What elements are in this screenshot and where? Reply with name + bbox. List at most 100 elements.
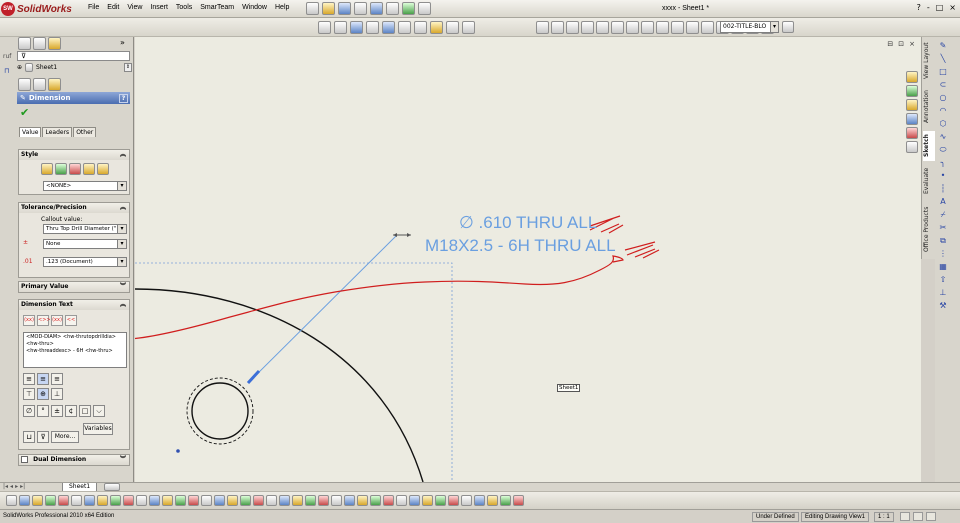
broken-view-icon[interactable] [611, 21, 624, 34]
zoom-fit-icon[interactable] [318, 21, 331, 34]
dimension-text-area[interactable]: <MOD-DIAM> <hw-thrutopdrilldia> <hw-thru… [23, 332, 127, 368]
plus-minus-symbol-button[interactable]: ± [51, 405, 63, 417]
polygon-icon[interactable]: ⬡ [938, 119, 948, 129]
construction-icon[interactable]: ⌿ [938, 210, 948, 220]
view-orientation-icon[interactable] [382, 21, 395, 34]
depth-symbol-button[interactable]: ⊽ [37, 431, 49, 443]
expand-icon[interactable]: ︾ [120, 282, 126, 292]
solidworks-logo[interactable]: SW SolidWorks [1, 2, 81, 16]
fillet-icon[interactable]: ╮ [938, 158, 948, 168]
maximize-button[interactable]: □ [936, 3, 944, 12]
new-document-icon[interactable] [306, 2, 319, 15]
area-hatch-icon[interactable] [279, 495, 290, 506]
tab-sketch[interactable]: Sketch [923, 131, 935, 161]
ellipse-icon[interactable]: ⬭ [938, 145, 948, 155]
align-left-icon[interactable]: ≡ [23, 373, 35, 385]
sheet-format-dropdown[interactable]: 002-TITLE-BLO [720, 21, 776, 33]
precision-dropdown[interactable]: .123 (Document) [43, 257, 127, 267]
centermark-icon[interactable] [253, 495, 264, 506]
callout-value-dropdown[interactable]: Thru Top Drill Diameter (" [43, 224, 127, 234]
text-icon[interactable]: A [938, 197, 948, 207]
tolerance-type-dropdown[interactable]: None [43, 239, 127, 249]
close-view-button[interactable]: × [909, 40, 915, 48]
leader-line[interactable] [247, 234, 398, 384]
close-button[interactable]: × [949, 3, 956, 12]
status-units-icon[interactable] [913, 512, 923, 521]
pm-help-button[interactable]: ? [119, 93, 128, 103]
view-palette-icon[interactable] [906, 113, 918, 125]
feature-manager-tab-icon[interactable] [18, 37, 31, 50]
configuration-manager-tab2-icon[interactable] [48, 78, 61, 91]
diameter-symbol-button[interactable]: ∅ [23, 405, 35, 417]
dimension-text-header[interactable]: Dimension Text ︽ [19, 300, 129, 310]
print-icon[interactable] [354, 2, 367, 15]
line-icon[interactable]: ╲ [938, 54, 948, 64]
rotate-icon[interactable] [45, 495, 56, 506]
stack-balloon-icon[interactable] [448, 495, 459, 506]
revision-symbol-icon[interactable] [292, 495, 303, 506]
save-style-icon[interactable] [83, 163, 95, 175]
apply-default-style-icon[interactable] [41, 163, 53, 175]
rectangle-icon[interactable]: □ [938, 67, 948, 77]
tab-other[interactable]: Other [73, 127, 97, 137]
last-sheet-button[interactable]: ▸| [20, 483, 25, 490]
thread-circle[interactable] [186, 377, 254, 445]
countersink-symbol-button[interactable]: ⌵ [93, 405, 105, 417]
status-sheet-icon[interactable] [900, 512, 910, 521]
primary-value-header[interactable]: Primary Value ︾ [19, 282, 129, 292]
format-painter-icon[interactable] [110, 495, 121, 506]
load-style-icon[interactable] [97, 163, 109, 175]
angular-running-icon[interactable] [357, 495, 368, 506]
tab-office-products[interactable]: Office Products [923, 201, 935, 257]
justify-middle-icon[interactable]: ⊕ [37, 388, 49, 400]
file-properties-icon[interactable] [418, 2, 431, 15]
pattern-icon[interactable]: ▦ [938, 262, 948, 272]
first-sheet-button[interactable]: |◂ [3, 483, 8, 490]
layer-properties-icon[interactable] [671, 21, 684, 34]
sheet-format-edit-icon[interactable] [782, 21, 794, 33]
add-style-icon[interactable] [55, 163, 67, 175]
delete-style-icon[interactable] [69, 163, 81, 175]
center-dimension-button[interactable]: <>> [37, 315, 51, 326]
move-icon[interactable]: ⇧ [938, 275, 948, 285]
spell-check-icon[interactable] [97, 495, 108, 506]
baseline-dimension-icon[interactable] [344, 495, 355, 506]
relations-icon[interactable]: ⊥ [938, 288, 948, 298]
pointer-icon[interactable] [58, 495, 69, 506]
variables-button[interactable]: Variables [83, 423, 113, 435]
tab-leaders[interactable]: Leaders [42, 127, 73, 137]
status-help-icon[interactable] [926, 512, 936, 521]
add-parentheses-button[interactable]: (xx) [23, 315, 35, 326]
save-icon[interactable] [338, 2, 351, 15]
hide-show-items-icon[interactable] [414, 21, 427, 34]
trim-icon[interactable]: ✂ [938, 223, 948, 233]
layer-icon[interactable] [461, 495, 472, 506]
previous-view-icon[interactable] [350, 21, 363, 34]
view-settings-icon[interactable] [462, 21, 475, 34]
sketch-pencil-icon[interactable]: ✎ [938, 41, 948, 51]
snap-icon[interactable] [500, 495, 511, 506]
offset-icon[interactable]: ⧉ [938, 236, 948, 246]
point-icon[interactable]: • [938, 171, 948, 181]
menu-help[interactable]: Help [271, 4, 293, 11]
leader-arrow[interactable] [246, 369, 261, 385]
select-icon[interactable] [6, 495, 17, 506]
slot-icon[interactable]: ⊂ [938, 80, 948, 90]
style-dropdown[interactable]: <NONE> [43, 181, 127, 191]
hole-callout-icon[interactable] [188, 495, 199, 506]
align-right-icon[interactable]: ≡ [51, 373, 63, 385]
projected-view-icon[interactable] [551, 21, 564, 34]
align-center-icon[interactable]: ≡ [37, 373, 49, 385]
menu-file[interactable]: File [84, 4, 103, 11]
feature-manager-tab2-icon[interactable] [18, 78, 31, 91]
panel-expand-icon[interactable]: » [120, 38, 125, 47]
auxiliary-view-icon[interactable] [566, 21, 579, 34]
zoom-icon[interactable] [19, 495, 30, 506]
dual-dimension-checkbox[interactable] [21, 456, 28, 463]
scale-status[interactable]: 1 : 1 [874, 512, 894, 522]
line-format-icon[interactable] [474, 495, 485, 506]
undo-icon[interactable] [370, 2, 383, 15]
tab-value[interactable]: Value [19, 127, 42, 137]
minimize-button[interactable]: - [927, 3, 930, 12]
surface-finish-icon[interactable] [162, 495, 173, 506]
